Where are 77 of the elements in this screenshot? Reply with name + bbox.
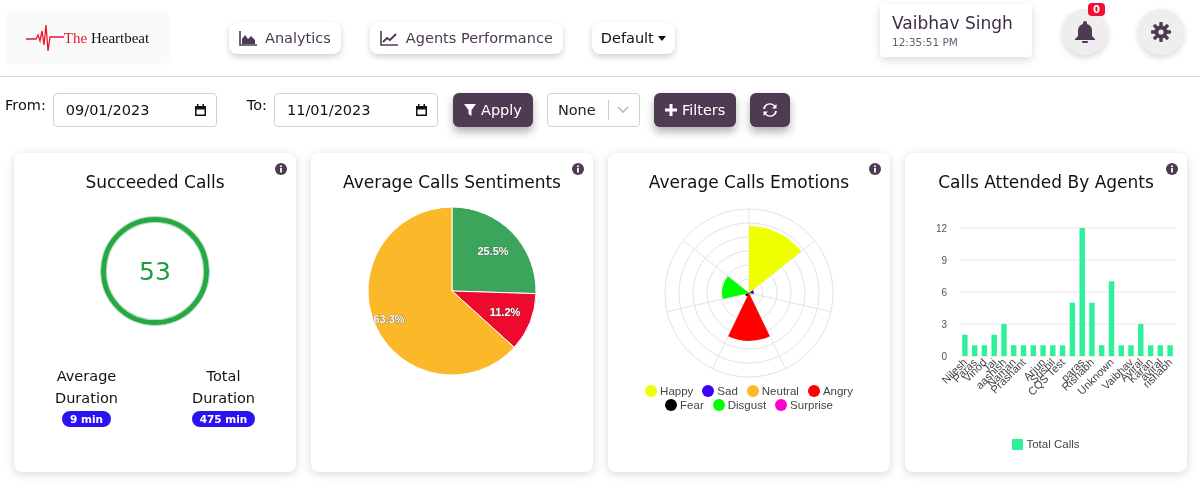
info-icon[interactable] bbox=[1166, 163, 1178, 175]
logo-text: The Heartbeat bbox=[63, 29, 150, 47]
card-title: Succeeded Calls bbox=[85, 172, 225, 192]
stat-label: Average Duration bbox=[54, 367, 119, 408]
notification-count: 0 bbox=[1088, 3, 1105, 16]
legend-item[interactable]: Fear bbox=[665, 399, 704, 411]
bar bbox=[962, 334, 968, 356]
agents-performance-button[interactable]: Agents Performance bbox=[369, 22, 563, 54]
bar bbox=[1001, 324, 1007, 356]
default-dropdown[interactable]: Default bbox=[591, 22, 675, 54]
chevron-down-icon bbox=[616, 106, 629, 114]
info-icon[interactable] bbox=[869, 163, 881, 175]
bar bbox=[972, 345, 978, 356]
card-title: Calls Attended By Agents bbox=[938, 172, 1154, 192]
bar bbox=[1069, 302, 1076, 356]
bell-icon bbox=[1075, 21, 1095, 43]
legend-item[interactable]: Sad bbox=[702, 385, 738, 397]
clock-time: 12:35:51 PM bbox=[892, 35, 959, 48]
slice-label: 63.3% bbox=[373, 313, 405, 325]
refresh-icon bbox=[763, 103, 778, 117]
legend-item[interactable]: Angry bbox=[807, 385, 853, 397]
from-label: From: bbox=[5, 97, 46, 113]
bar bbox=[1147, 345, 1154, 356]
slice-label: 25.5% bbox=[477, 245, 509, 258]
bar bbox=[1138, 324, 1144, 356]
user-name: Vaibhav Singh bbox=[892, 12, 1014, 33]
stat-label: Total Duration bbox=[191, 367, 256, 408]
bar bbox=[1099, 345, 1105, 356]
slice-label: 11.2% bbox=[489, 306, 521, 319]
legend-item[interactable]: Total Calls bbox=[1012, 438, 1080, 450]
to-date-field[interactable]: 11/01/2023 bbox=[273, 93, 438, 127]
caret-icon bbox=[657, 35, 666, 41]
filters-button[interactable]: Filters bbox=[653, 93, 737, 127]
apply-button[interactable]: Apply bbox=[452, 93, 533, 127]
to-label: To: bbox=[246, 97, 267, 113]
calendar-icon bbox=[193, 103, 207, 117]
bar bbox=[981, 345, 988, 356]
bar bbox=[1059, 345, 1066, 356]
analytics-button[interactable]: Analytics bbox=[229, 22, 341, 54]
line-chart-icon bbox=[379, 30, 398, 46]
legend-item[interactable]: Neutral bbox=[746, 385, 799, 397]
bar bbox=[1157, 345, 1163, 356]
select-field[interactable]: None bbox=[546, 93, 640, 127]
settings-button[interactable] bbox=[1138, 9, 1184, 55]
duration-badge: 9 min bbox=[62, 411, 111, 427]
legend-item[interactable]: Surprise bbox=[775, 399, 833, 411]
axis-tick-label: 0 bbox=[941, 351, 947, 362]
axis-tick-label: 6 bbox=[941, 287, 947, 298]
calendar-icon bbox=[414, 103, 428, 117]
bar bbox=[1128, 345, 1134, 356]
bar bbox=[1050, 345, 1056, 356]
info-icon[interactable] bbox=[275, 163, 287, 175]
card-title: Average Calls Emotions bbox=[648, 172, 850, 192]
refresh-button[interactable] bbox=[750, 93, 791, 127]
bar bbox=[1089, 302, 1095, 356]
bar bbox=[1040, 345, 1046, 356]
bar bbox=[1167, 345, 1173, 356]
bar bbox=[1020, 345, 1027, 356]
card-title: Average Calls Sentiments bbox=[343, 172, 561, 192]
filter-icon bbox=[463, 104, 476, 116]
from-date-field[interactable]: 09/01/2023 bbox=[52, 93, 217, 127]
plus-icon bbox=[664, 104, 677, 116]
bar bbox=[1118, 345, 1124, 356]
axis-tick-label: 3 bbox=[941, 319, 947, 330]
legend-item[interactable]: Happy bbox=[645, 385, 694, 397]
axis-tick-label: 9 bbox=[941, 255, 947, 266]
heartbeat-icon bbox=[25, 23, 64, 53]
bar bbox=[991, 334, 997, 356]
info-icon[interactable] bbox=[572, 163, 584, 175]
bar bbox=[1030, 345, 1036, 356]
duration-badge: 475 min bbox=[191, 411, 256, 427]
axis-tick-label: 12 bbox=[935, 223, 947, 234]
calls-count-ring: 53 bbox=[101, 217, 209, 325]
legend-item[interactable]: Disgust bbox=[712, 399, 767, 411]
bar bbox=[1011, 345, 1017, 356]
area-chart-icon bbox=[239, 30, 257, 46]
settings-icon bbox=[1151, 22, 1171, 42]
